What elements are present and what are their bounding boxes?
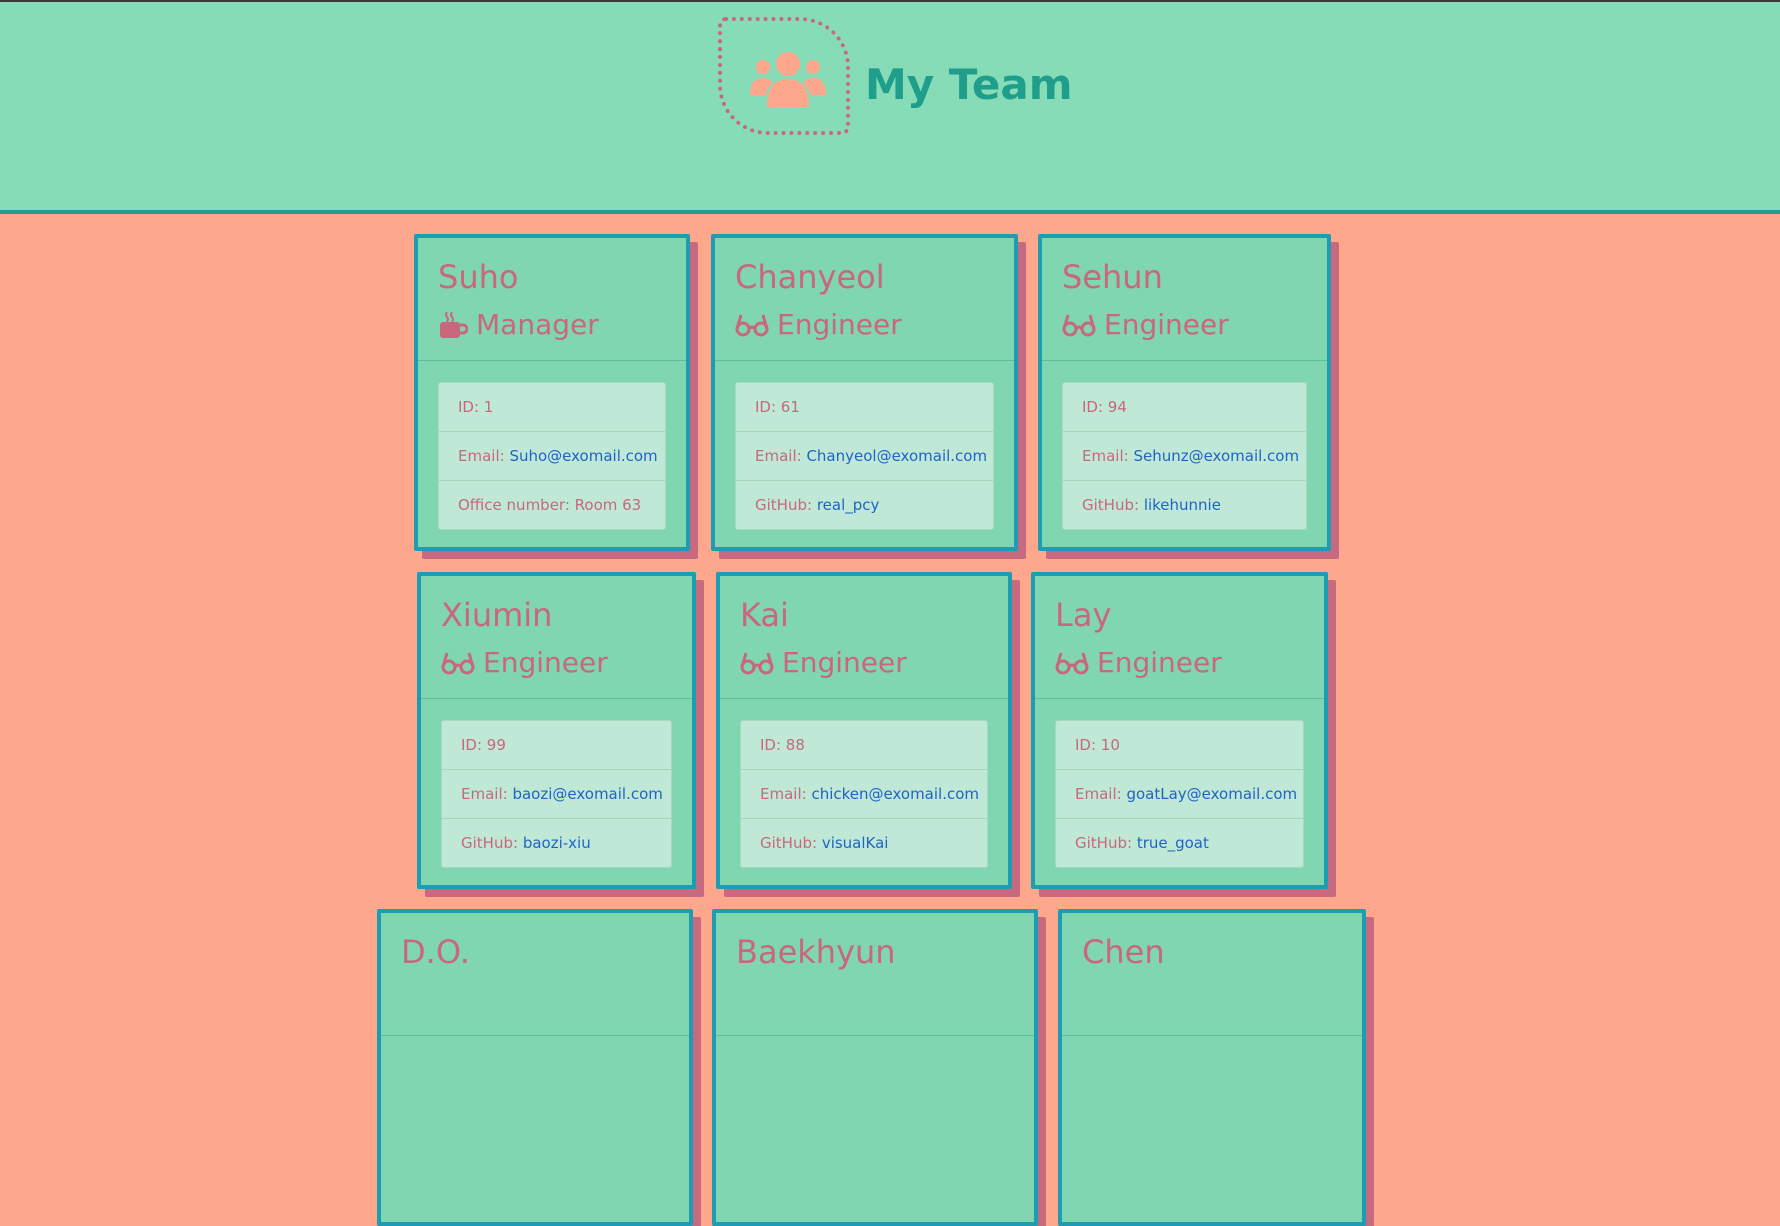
employee-name: Suho xyxy=(438,258,519,296)
glasses-icon xyxy=(740,652,774,674)
github-label: GitHub: xyxy=(1082,496,1144,514)
email-label: Email: xyxy=(461,785,513,803)
email-label: Email: xyxy=(1075,785,1127,803)
info-list: ID: 1 Email: Suho@exomail.com Office num… xyxy=(438,382,666,530)
employee-role: Engineer xyxy=(441,646,608,679)
role-label: Engineer xyxy=(1097,646,1222,679)
github-row: GitHub: visualKai xyxy=(741,819,987,867)
card-header: Kai Engineer xyxy=(720,576,1008,699)
github-label: GitHub: xyxy=(1075,834,1137,852)
github-link[interactable]: baozi-xiu xyxy=(523,834,591,852)
email-label: Email: xyxy=(1082,447,1134,465)
info-list: ID: 94 Email: Sehunz@exomail.com GitHub:… xyxy=(1062,382,1307,530)
employee-card-xiumin: Xiumin Engineer ID: 99 Email: baozi@exom… xyxy=(417,572,696,889)
email-link[interactable]: baozi@exomail.com xyxy=(512,785,662,803)
employee-name: Xiumin xyxy=(441,596,553,634)
users-group-icon xyxy=(750,52,826,107)
github-link[interactable]: real_pcy xyxy=(817,496,880,514)
info-list: ID: 10 Email: goatLay@exomail.com GitHub… xyxy=(1055,720,1304,868)
id-row: ID: 1 xyxy=(439,383,665,432)
github-row: GitHub: true_goat xyxy=(1056,819,1303,867)
email-row: Email: baozi@exomail.com xyxy=(442,770,671,819)
employee-card-suho: Suho Manager ID: 1 Email: Suho@exomail.c… xyxy=(414,234,690,551)
role-label: Engineer xyxy=(1104,308,1229,341)
role-label: Engineer xyxy=(483,646,608,679)
employee-role: Engineer xyxy=(740,646,907,679)
github-row: GitHub: likehunnie xyxy=(1063,481,1306,529)
email-link[interactable]: Sehunz@exomail.com xyxy=(1133,447,1299,465)
email-label: Email: xyxy=(760,785,812,803)
id-row: ID: 10 xyxy=(1056,721,1303,770)
card-header: D.O. xyxy=(381,913,689,1036)
github-link[interactable]: visualKai xyxy=(822,834,889,852)
github-label: GitHub: xyxy=(760,834,822,852)
glasses-icon xyxy=(441,652,475,674)
role-label: Engineer xyxy=(777,308,902,341)
employee-card-kai: Kai Engineer ID: 88 Email: chicken@exoma… xyxy=(716,572,1012,889)
id-row: ID: 94 xyxy=(1063,383,1306,432)
glasses-icon xyxy=(1055,652,1089,674)
employee-name: Kai xyxy=(740,596,789,634)
email-link[interactable]: Suho@exomail.com xyxy=(509,447,657,465)
card-header: Sehun Engineer xyxy=(1042,238,1327,361)
employee-card-baekhyun: Baekhyun xyxy=(712,909,1038,1226)
logo-frame xyxy=(718,17,850,135)
email-label: Email: xyxy=(755,447,807,465)
employee-card-sehun: Sehun Engineer ID: 94 Email: Sehunz@exom… xyxy=(1038,234,1331,551)
employee-role: Manager xyxy=(438,308,599,341)
github-label: GitHub: xyxy=(461,834,523,852)
employee-card-chanyeol: Chanyeol Engineer ID: 61 Email: Chanyeol… xyxy=(711,234,1018,551)
office-number-row: Office number: Room 63 xyxy=(458,496,642,514)
github-row: GitHub: baozi-xiu xyxy=(442,819,671,867)
employee-name: Chanyeol xyxy=(735,258,885,296)
employee-name: Lay xyxy=(1055,596,1112,634)
role-label: Manager xyxy=(476,308,599,341)
page-title: My Team xyxy=(865,60,1073,109)
email-label: Email: xyxy=(458,447,510,465)
id-row: ID: 88 xyxy=(741,721,987,770)
employee-card-chen: Chen xyxy=(1058,909,1366,1226)
employee-role: Engineer xyxy=(1055,646,1222,679)
site-header: My Team xyxy=(0,2,1780,214)
employee-name: Chen xyxy=(1082,933,1165,971)
info-list: ID: 61 Email: Chanyeol@exomail.com GitHu… xyxy=(735,382,994,530)
email-link[interactable]: chicken@exomail.com xyxy=(811,785,979,803)
card-header: Lay Engineer xyxy=(1035,576,1324,699)
card-header: Xiumin Engineer xyxy=(421,576,692,699)
glasses-icon xyxy=(1062,314,1096,336)
id-row: ID: 99 xyxy=(442,721,671,770)
employee-card-lay: Lay Engineer ID: 10 Email: goatLay@exoma… xyxy=(1031,572,1328,889)
coffee-icon xyxy=(440,310,468,338)
employee-name: D.O. xyxy=(401,933,470,971)
role-label: Engineer xyxy=(782,646,907,679)
employee-name: Sehun xyxy=(1062,258,1163,296)
email-link[interactable]: Chanyeol@exomail.com xyxy=(806,447,987,465)
github-row: GitHub: real_pcy xyxy=(736,481,993,529)
github-label: GitHub: xyxy=(755,496,817,514)
info-list: ID: 99 Email: baozi@exomail.com GitHub: … xyxy=(441,720,672,868)
email-row: Email: Suho@exomail.com xyxy=(439,432,665,481)
github-link[interactable]: likehunnie xyxy=(1144,496,1221,514)
glasses-icon xyxy=(735,314,769,336)
info-list: ID: 88 Email: chicken@exomail.com GitHub… xyxy=(740,720,988,868)
email-link[interactable]: goatLay@exomail.com xyxy=(1126,785,1297,803)
card-header: Baekhyun xyxy=(716,913,1034,1036)
id-row: ID: 61 xyxy=(736,383,993,432)
email-row: Email: Sehunz@exomail.com xyxy=(1063,432,1306,481)
card-header: Chanyeol Engineer xyxy=(715,238,1014,361)
email-row: Email: Chanyeol@exomail.com xyxy=(736,432,993,481)
email-row: Email: goatLay@exomail.com xyxy=(1056,770,1303,819)
card-header: Chen xyxy=(1062,913,1362,1036)
employee-name: Baekhyun xyxy=(736,933,896,971)
employee-role: Engineer xyxy=(735,308,902,341)
employee-role: Engineer xyxy=(1062,308,1229,341)
github-link[interactable]: true_goat xyxy=(1137,834,1209,852)
employee-card-do: D.O. xyxy=(377,909,693,1226)
card-header: Suho Manager xyxy=(418,238,686,361)
email-row: Email: chicken@exomail.com xyxy=(741,770,987,819)
